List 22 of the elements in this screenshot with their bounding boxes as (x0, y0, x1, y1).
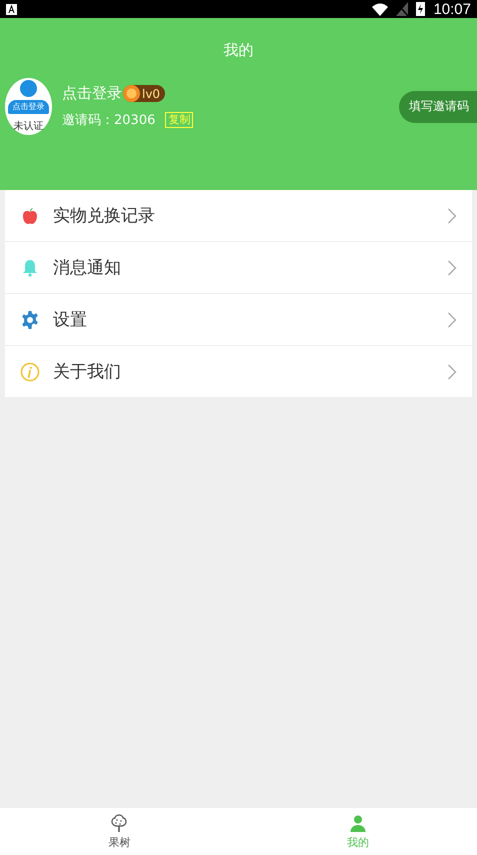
menu-item[interactable]: 设置 (5, 293, 472, 345)
invite-code-button[interactable]: 填写邀请码 (399, 90, 477, 122)
apple-icon (20, 206, 40, 226)
gear-icon (20, 310, 40, 330)
notification-icon (6, 4, 17, 14)
wifi-icon (372, 2, 388, 16)
tree-icon (109, 813, 130, 833)
chevron-right-icon (447, 312, 457, 328)
menu-item[interactable]: 关于我们 (5, 345, 472, 397)
chevron-right-icon (447, 364, 457, 380)
person-icon (348, 813, 368, 833)
page-title: 我的 (224, 41, 254, 60)
nav-tab[interactable]: 果树 (0, 808, 238, 855)
invite-code: 邀请码：20306 (62, 112, 156, 129)
clock: 10:07 (433, 0, 471, 18)
menu-item[interactable]: 消息通知 (5, 241, 472, 293)
level-badge: lv0 (123, 85, 166, 102)
avatar[interactable]: 点击登录 未认证 (5, 78, 52, 135)
chevron-right-icon (447, 260, 457, 276)
info-icon (20, 362, 40, 382)
menu-item[interactable]: 实物兑换记录 (5, 190, 472, 241)
chevron-right-icon (447, 208, 457, 224)
